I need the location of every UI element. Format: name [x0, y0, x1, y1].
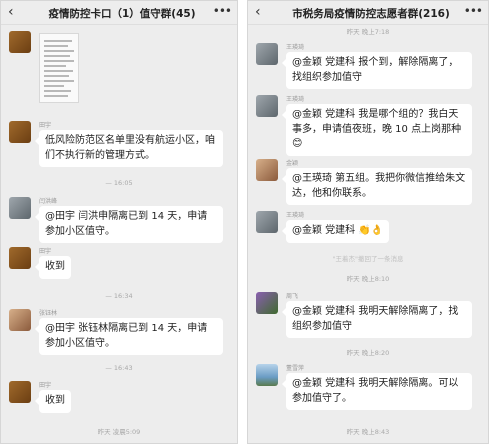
- sender-name: 董雪萍: [286, 365, 305, 372]
- avatar[interactable]: [256, 211, 278, 233]
- message-bubble[interactable]: @金颖 党建科 报个到，解除隔离了，找组织参加值守: [282, 52, 472, 89]
- sender-name: 王瑛琦: [286, 212, 305, 219]
- avatar[interactable]: [9, 31, 31, 53]
- sender-name: 王瑛琦: [286, 96, 305, 103]
- avatar[interactable]: [256, 159, 278, 181]
- more-options-icon[interactable]: •••: [464, 4, 483, 18]
- sender-name: 王瑛琦: [286, 44, 305, 51]
- sender-name: 闫洪峰: [39, 198, 58, 205]
- message-bubble[interactable]: 收到: [35, 390, 71, 413]
- sender-name: 田宇: [39, 248, 52, 255]
- timestamp: 昨天 晚上8:43: [346, 428, 390, 436]
- timestamp: 昨天 晚上7:18: [346, 28, 390, 36]
- back-chevron-icon[interactable]: ‹: [255, 4, 261, 20]
- message-bubble[interactable]: @田宇 张钰林隔离已到 14 天，申请参加小区值守。: [35, 318, 223, 355]
- avatar[interactable]: [9, 247, 31, 269]
- timestamp: 昨天 凌晨5:09: [97, 428, 141, 436]
- avatar[interactable]: [256, 292, 278, 314]
- message-bubble[interactable]: 收到: [35, 256, 71, 279]
- avatar[interactable]: [9, 381, 31, 403]
- avatar[interactable]: [256, 95, 278, 117]
- more-options-icon[interactable]: •••: [213, 4, 232, 18]
- avatar[interactable]: [9, 309, 31, 331]
- avatar[interactable]: [256, 43, 278, 65]
- left-chat-screenshot: ‹ 疫情防控卡口（1）值守群(45) ••• 田宇 低风险防范区名单里没有航运小…: [0, 0, 238, 444]
- sender-name: 田宇: [39, 382, 52, 389]
- back-chevron-icon[interactable]: ‹: [8, 4, 14, 20]
- timestamp: — 16:05: [105, 179, 133, 187]
- message-bubble[interactable]: @金颖 党建科 我明天解除隔离了，找组织参加值守: [282, 301, 472, 338]
- message-bubble[interactable]: 低风险防范区名单里没有航运小区，咱们不执行新的管理方式。: [35, 130, 223, 167]
- avatar[interactable]: [9, 121, 31, 143]
- group-title: 疫情防控卡口（1）值守群(45): [48, 8, 196, 20]
- sender-name: 周飞: [286, 293, 299, 300]
- sender-name: 张钰林: [39, 310, 58, 317]
- chat-header: ‹ 疫情防控卡口（1）值守群(45) •••: [1, 1, 237, 25]
- chat-header: ‹ 市税务局疫情防控志愿者群(216) •••: [248, 1, 488, 25]
- avatar[interactable]: [9, 197, 31, 219]
- avatar[interactable]: [256, 364, 278, 386]
- message-bubble[interactable]: @金颖 党建科 我明天解除隔离。可以参加值守了。: [282, 373, 472, 410]
- timestamp: 昨天 晚上8:20: [346, 349, 390, 357]
- timestamp: — 16:34: [105, 292, 133, 300]
- message-bubble[interactable]: @金颖 党建科 我是哪个组的？我白天事多，申请值夜班，晚 10 点上岗那种😊: [282, 104, 472, 156]
- message-bubble[interactable]: @田宇 闫洪申隔离已到 14 天，申请参加小区值守。: [35, 206, 223, 243]
- timestamp: — 16:43: [105, 364, 133, 372]
- message-bubble[interactable]: @王瑛琦 第五组。我把你微信推给朱文达，他和你联系。: [282, 168, 472, 205]
- message-bubble[interactable]: @金颖 党建科 👏👌: [281, 220, 390, 243]
- sender-name: 田宇: [39, 122, 52, 129]
- document-image[interactable]: [39, 33, 79, 103]
- recall-notice: "王着杰"撤回了一条消息: [332, 255, 404, 263]
- right-chat-screenshot: ‹ 市税务局疫情防控志愿者群(216) ••• 昨天 晚上7:18 王瑛琦 @金…: [247, 0, 489, 444]
- sender-name: 金颖: [286, 160, 299, 167]
- group-title: 市税务局疫情防控志愿者群(216): [292, 8, 450, 20]
- timestamp: 昨天 晚上8:10: [346, 275, 390, 283]
